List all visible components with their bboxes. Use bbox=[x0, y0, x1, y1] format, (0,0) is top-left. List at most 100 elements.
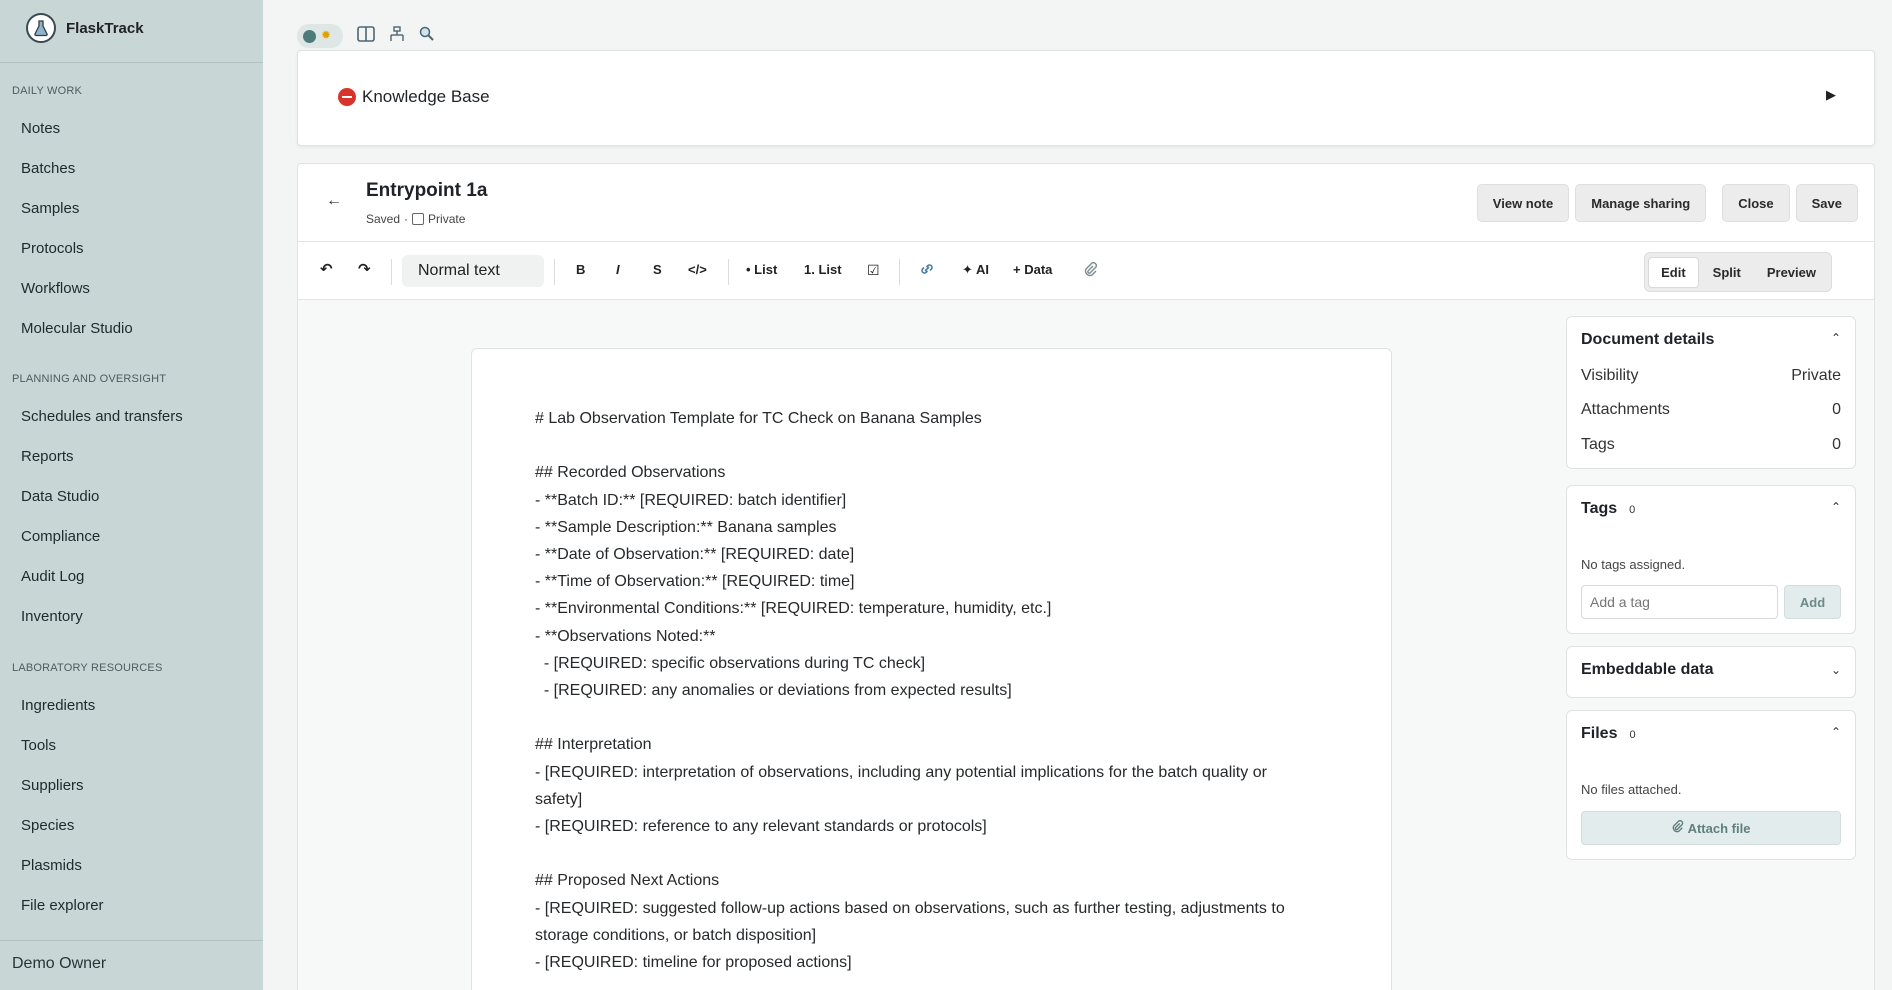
view-mode-switch: Edit Split Preview bbox=[1644, 252, 1832, 292]
insert-data-button[interactable]: + Data bbox=[1013, 262, 1052, 277]
document-details-title: Document details bbox=[1581, 331, 1715, 348]
sidebar-item-workflows[interactable]: Workflows bbox=[21, 280, 90, 297]
sidebar-item-batches[interactable]: Batches bbox=[21, 160, 75, 177]
note-header: ← Entrypoint 1a Saved · Private View not… bbox=[298, 164, 1874, 242]
attachments-row: Attachments 0 bbox=[1581, 401, 1841, 419]
no-tags-message: No tags assigned. bbox=[1581, 557, 1686, 572]
mode-preview[interactable]: Preview bbox=[1755, 258, 1828, 287]
sidebar-item-protocols[interactable]: Protocols bbox=[21, 240, 84, 257]
sidebar-item-tools[interactable]: Tools bbox=[21, 737, 56, 754]
section-planning: Planning and oversight bbox=[12, 373, 167, 385]
section-lab-resources: Laboratory resources bbox=[12, 662, 163, 674]
redo-icon[interactable]: ↷ bbox=[358, 260, 371, 278]
sidebar-item-suppliers[interactable]: Suppliers bbox=[21, 777, 84, 794]
no-files-message: No files attached. bbox=[1581, 782, 1682, 797]
mode-split[interactable]: Split bbox=[1701, 258, 1753, 287]
view-note-button[interactable]: View note bbox=[1476, 184, 1570, 222]
checklist-icon[interactable]: ☑ bbox=[867, 262, 880, 279]
document-line: ## Proposed Next Actions bbox=[535, 872, 720, 890]
text-style-select[interactable]: Normal text bbox=[402, 255, 544, 287]
document-line: - [REQUIRED: specific observations durin… bbox=[535, 654, 926, 672]
code-button[interactable]: </> bbox=[688, 262, 707, 277]
note-editor: ← Entrypoint 1a Saved · Private View not… bbox=[297, 163, 1875, 990]
sidebar-item-schedules[interactable]: Schedules and transfers bbox=[21, 408, 183, 425]
sidebar-item-file-explorer[interactable]: File explorer bbox=[21, 897, 104, 914]
sidebar-item-species[interactable]: Species bbox=[21, 817, 74, 834]
back-arrow-icon[interactable]: ← bbox=[326, 192, 342, 210]
document-line: - **Observations Noted:** bbox=[535, 627, 716, 645]
bullet-list-button[interactable]: • List bbox=[746, 262, 777, 277]
knowledge-base-title: Knowledge Base bbox=[362, 87, 490, 106]
sidebar-item-compliance[interactable]: Compliance bbox=[21, 528, 100, 545]
sidebar-item-audit-log[interactable]: Audit Log bbox=[21, 568, 84, 585]
divider bbox=[0, 940, 263, 941]
document-page[interactable]: # Lab Observation Template for TC Check … bbox=[471, 348, 1392, 990]
ordered-list-button[interactable]: 1. List bbox=[804, 262, 842, 277]
undo-icon[interactable]: ↶ bbox=[320, 260, 333, 278]
sidebar-item-inventory[interactable]: Inventory bbox=[21, 608, 83, 625]
section-daily-work: Daily work bbox=[12, 85, 83, 97]
separator-dot: · bbox=[404, 212, 409, 226]
hierarchy-icon[interactable] bbox=[389, 25, 405, 47]
tags-label: Tags bbox=[1581, 436, 1615, 453]
mode-edit[interactable]: Edit bbox=[1648, 256, 1699, 288]
visibility-label: Visibility bbox=[1581, 367, 1639, 384]
knowledge-base-header[interactable]: Knowledge Base bbox=[338, 87, 490, 107]
expand-arrow-icon[interactable]: ▶ bbox=[1826, 87, 1836, 103]
attach-file-button[interactable]: Attach file bbox=[1581, 811, 1841, 845]
save-status: Saved bbox=[366, 212, 401, 226]
document-line: ## Interpretation bbox=[535, 736, 652, 754]
knowledge-base-panel: Knowledge Base ▶ bbox=[297, 50, 1875, 146]
bold-button[interactable]: B bbox=[576, 262, 585, 277]
divider bbox=[391, 259, 392, 285]
document-line: ## Recorded Observations bbox=[535, 464, 726, 482]
toggle-knob bbox=[303, 30, 316, 43]
chevron-up-icon[interactable]: ⌃ bbox=[1831, 500, 1841, 514]
italic-button[interactable]: I bbox=[616, 262, 620, 277]
split-view-icon[interactable] bbox=[357, 25, 375, 47]
sidebar-item-molecular-studio[interactable]: Molecular Studio bbox=[21, 320, 133, 337]
search-icon[interactable] bbox=[419, 26, 434, 46]
chevron-up-icon[interactable]: ⌃ bbox=[1831, 331, 1841, 345]
divider bbox=[554, 259, 555, 285]
add-tag-button[interactable]: Add bbox=[1784, 585, 1841, 619]
files-title: Files 0 bbox=[1581, 725, 1636, 743]
divider bbox=[899, 259, 900, 285]
close-button[interactable]: Close bbox=[1722, 184, 1790, 222]
brand[interactable]: FlaskTrack bbox=[26, 10, 144, 46]
ai-button[interactable]: ✦ AI bbox=[962, 262, 989, 278]
document-line: - [REQUIRED: any anomalies or deviations… bbox=[535, 682, 1012, 700]
save-button[interactable]: Save bbox=[1795, 184, 1858, 222]
tag-input[interactable] bbox=[1581, 585, 1778, 619]
tags-panel: Tags 0 ⌃ No tags assigned. Add bbox=[1566, 485, 1856, 634]
chevron-down-icon[interactable]: ⌄ bbox=[1831, 663, 1841, 677]
note-title: Entrypoint 1a bbox=[366, 180, 488, 201]
sidebar-item-plasmids[interactable]: Plasmids bbox=[21, 857, 82, 874]
top-toolbar: ✹ bbox=[297, 24, 434, 48]
sidebar-item-notes[interactable]: Notes bbox=[21, 120, 60, 137]
sidebar-item-samples[interactable]: Samples bbox=[21, 200, 79, 217]
divider bbox=[728, 259, 729, 285]
visibility-row: Visibility Private bbox=[1581, 367, 1841, 385]
no-entry-icon bbox=[338, 88, 356, 106]
markdown-editor[interactable]: # Lab Observation Template for TC Check … bbox=[535, 405, 1325, 976]
document-line: safety] bbox=[535, 790, 583, 808]
files-panel: Files 0 ⌃ No files attached. Attach file bbox=[1566, 710, 1856, 860]
sidebar-item-ingredients[interactable]: Ingredients bbox=[21, 697, 95, 714]
strikethrough-button[interactable]: S bbox=[653, 262, 662, 277]
private-checkbox[interactable] bbox=[412, 213, 425, 225]
embeddable-data-panel[interactable]: Embeddable data ⌄ bbox=[1566, 646, 1856, 698]
attachment-icon[interactable] bbox=[1084, 262, 1098, 280]
theme-toggle[interactable]: ✹ bbox=[297, 24, 343, 48]
sidebar-item-data-studio[interactable]: Data Studio bbox=[21, 488, 99, 505]
chevron-up-icon[interactable]: ⌃ bbox=[1831, 725, 1841, 739]
link-icon[interactable] bbox=[919, 262, 935, 279]
paperclip-icon bbox=[1672, 820, 1684, 836]
user-menu[interactable]: Demo Owner bbox=[12, 955, 106, 973]
sidebar-item-reports[interactable]: Reports bbox=[21, 448, 74, 465]
attachments-label: Attachments bbox=[1581, 401, 1670, 418]
sun-icon: ✹ bbox=[321, 28, 332, 42]
manage-sharing-button[interactable]: Manage sharing bbox=[1575, 184, 1707, 222]
